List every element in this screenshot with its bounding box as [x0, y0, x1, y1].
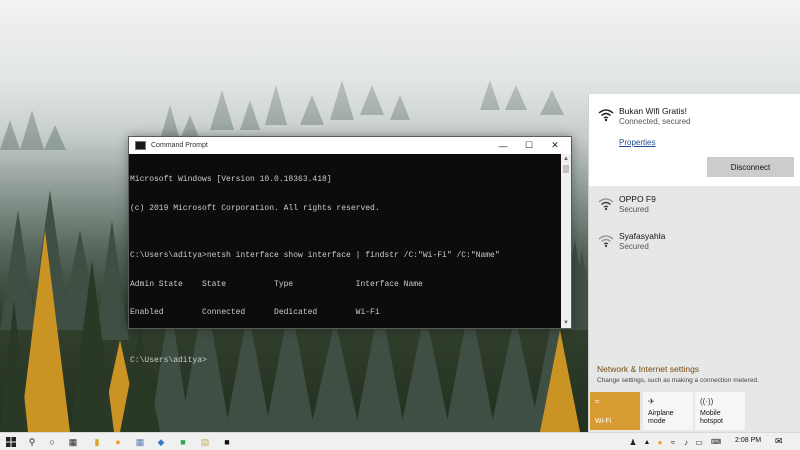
tile-label-line: hotspot	[700, 418, 723, 425]
wifi-secured-icon	[598, 109, 614, 122]
wifi-icon: ≈	[595, 397, 600, 406]
network-flyout: Bukan Wifi Gratis! Connected, secured Pr…	[588, 94, 800, 432]
scroll-down-arrow-icon[interactable]: ▼	[561, 318, 571, 328]
scroll-up-arrow-icon[interactable]: ▲	[561, 154, 571, 164]
taskbar-file-explorer[interactable]: ▮	[90, 435, 104, 449]
network-status: Secured	[619, 205, 649, 214]
wifi-toggle-tile[interactable]: ≈ Wi-Fi	[590, 392, 640, 430]
network-settings-link[interactable]: Network & Internet settings	[597, 364, 699, 374]
start-button[interactable]	[4, 435, 18, 449]
minimize-button[interactable]: —	[491, 137, 515, 154]
hotspot-icon: ((·))	[700, 397, 714, 406]
taskbar: ⚲ ○ ▦ ▮ ● ▦ ◆ ■ ▤ ■ ♟ ▲ ● ≈ ♪ ▭ ⌨ 2:08 P…	[0, 432, 800, 450]
console-line: Microsoft Windows [Version 10.0.18363.41…	[130, 175, 332, 184]
tray-app-icon[interactable]: ●	[655, 435, 665, 449]
airplane-mode-tile[interactable]: ✈ Airplane mode	[643, 392, 693, 430]
app-icon: ▦	[135, 436, 145, 447]
network-name: Syafasyahla	[619, 231, 666, 241]
minimize-icon: —	[498, 140, 508, 151]
wifi-secured-icon	[598, 235, 614, 248]
taskbar-browser[interactable]: ●	[111, 435, 125, 449]
taskbar-app[interactable]: ▤	[198, 435, 212, 449]
taskbar-app[interactable]: ◆	[154, 435, 168, 449]
chat-app-icon: ■	[180, 437, 186, 447]
mobile-hotspot-tile[interactable]: ((·)) Mobile hotspot	[695, 392, 745, 430]
console-line: C:\Users\aditya>netsh interface show int…	[130, 251, 500, 260]
close-icon: ✕	[551, 140, 559, 150]
window-title: Command Prompt	[151, 142, 208, 149]
tile-label-line: Mobile	[700, 410, 721, 417]
console-line: (c) 2019 Microsoft Corporation. All righ…	[130, 203, 380, 213]
tile-label: Airplane mode	[648, 410, 674, 425]
keyboard-icon[interactable]: ⌨	[710, 435, 722, 449]
search-icon: ⚲	[28, 436, 36, 447]
network-status: Connected, secured	[619, 117, 691, 126]
network-settings-description: Change settings, such as making a connec…	[597, 377, 759, 384]
app-icon: ◆	[157, 436, 165, 447]
folder-icon: ▮	[94, 436, 100, 447]
network-list-item[interactable]: Syafasyahla Secured	[589, 227, 800, 263]
user-tray-icon[interactable]: ♟	[628, 435, 638, 449]
maximize-button[interactable]: ☐	[517, 137, 541, 154]
command-prompt-window[interactable]: Command Prompt — ☐ ✕ Microsoft Windows […	[128, 136, 572, 365]
cortana-icon: ○	[49, 437, 55, 447]
chevron-up-icon[interactable]: ▲	[642, 435, 652, 449]
console-line: Enabled Connected Dedicated Wi-Fi	[130, 308, 380, 317]
tile-label: Wi-Fi	[595, 418, 612, 425]
notepad-icon: ▤	[200, 436, 210, 447]
active-network-item[interactable]: Bukan Wifi Gratis! Connected, secured Pr…	[589, 94, 800, 186]
network-status: Secured	[619, 242, 649, 251]
close-button[interactable]: ✕	[543, 137, 567, 154]
disconnect-button[interactable]: Disconnect	[707, 157, 794, 177]
network-name: Bukan Wifi Gratis!	[619, 106, 688, 116]
network-list-item[interactable]: OPPO F9 Secured	[589, 190, 800, 226]
console-prompt-line[interactable]: C:\Users\aditya>	[130, 356, 560, 366]
console-line: Admin State State Type Interface Name	[130, 279, 423, 289]
cmd-app-icon	[135, 141, 146, 150]
clock[interactable]: 2:08 PM	[735, 437, 761, 444]
task-view-button[interactable]: ▦	[66, 435, 80, 449]
airplane-icon: ✈	[648, 397, 655, 406]
taskbar-app[interactable]: ■	[176, 435, 190, 449]
taskbar-command-prompt[interactable]: ■	[220, 435, 234, 449]
vertical-scrollbar[interactable]: ▲ ▼	[561, 154, 571, 328]
wifi-tray-icon[interactable]: ≈	[668, 435, 678, 449]
notification-icon[interactable]: ✉	[775, 436, 783, 447]
search-button[interactable]: ⚲	[25, 435, 39, 449]
console-output[interactable]: Microsoft Windows [Version 10.0.18363.41…	[129, 154, 561, 365]
cmd-app-icon: ■	[224, 437, 230, 447]
network-name: OPPO F9	[619, 194, 656, 204]
battery-icon[interactable]: ▭	[694, 435, 704, 449]
scrollbar-thumb[interactable]	[563, 165, 569, 173]
task-view-icon: ▦	[68, 436, 78, 447]
window-titlebar[interactable]: Command Prompt — ☐ ✕	[129, 137, 571, 154]
taskbar-app[interactable]: ▦	[133, 435, 147, 449]
browser-icon: ●	[115, 437, 121, 447]
maximize-icon: ☐	[524, 140, 534, 150]
tile-label: Mobile hotspot	[700, 410, 723, 426]
properties-link[interactable]: Properties	[619, 138, 655, 147]
volume-icon[interactable]: ♪	[681, 435, 691, 449]
cortana-button[interactable]: ○	[45, 435, 59, 449]
wifi-secured-icon	[598, 198, 614, 211]
windows-logo-icon	[6, 437, 16, 447]
